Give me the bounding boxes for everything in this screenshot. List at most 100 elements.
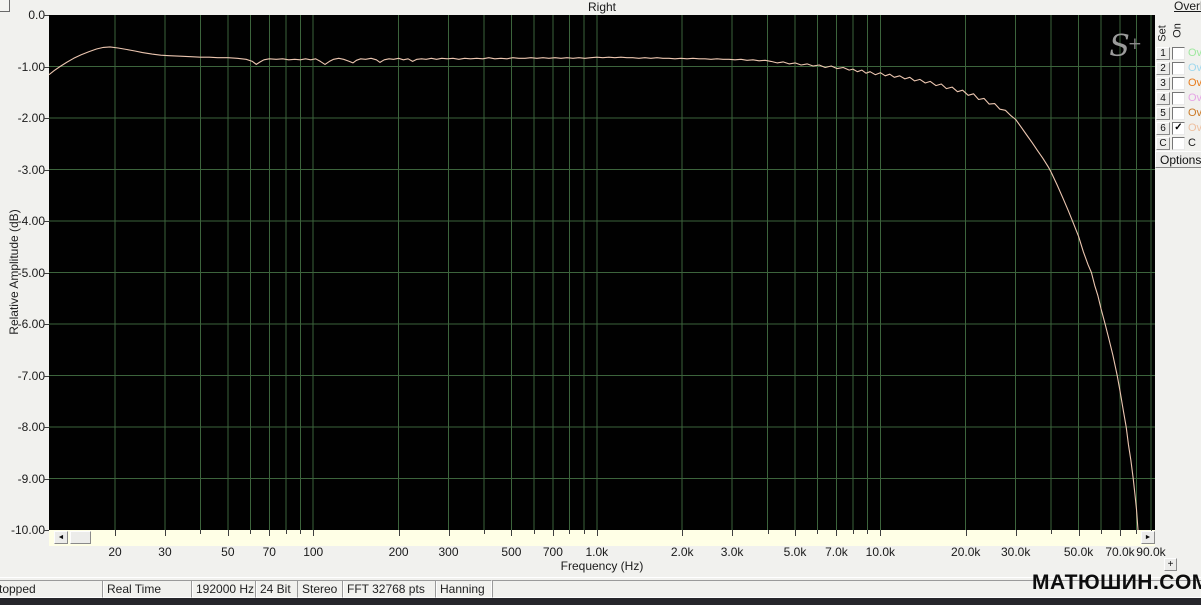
x-tick-label: 90.0k	[1136, 545, 1165, 559]
x-tick	[1120, 530, 1121, 536]
x-tick	[1101, 530, 1102, 534]
x-tick	[250, 530, 251, 534]
options-button[interactable]: Options	[1155, 151, 1201, 168]
plot-area[interactable]: S+	[49, 15, 1155, 530]
x-tick	[511, 530, 512, 536]
x-tick-label: 100	[303, 545, 323, 559]
x-tick	[817, 530, 818, 534]
overlay-color-label-6: Ov	[1188, 122, 1201, 134]
scrollbar-thumb[interactable]	[70, 531, 91, 544]
y-tick	[44, 67, 49, 68]
y-tick	[44, 376, 49, 377]
scroll-right-icon: ►	[1145, 534, 1152, 541]
overlay-on-checkbox-5[interactable]	[1172, 107, 1185, 120]
zoom-plus-button[interactable]: +	[1164, 558, 1177, 571]
overlay-color-label-1: Ov	[1188, 47, 1201, 59]
status-cell-0: Stopped	[0, 580, 104, 598]
x-tick-label: 200	[389, 545, 409, 559]
overlay-on-checkbox-3[interactable]	[1172, 77, 1185, 90]
x-tick	[795, 530, 796, 536]
x-axis-title: Frequency (Hz)	[49, 559, 1155, 573]
x-tick-label: 3.0k	[721, 545, 744, 559]
set-column-header: Set	[1157, 17, 1170, 51]
overlay-on-checkbox-2[interactable]	[1172, 62, 1185, 75]
x-tick	[553, 530, 554, 536]
y-tick	[44, 479, 49, 480]
overlay-color-label-4: Ov	[1188, 92, 1201, 104]
y-tick-label: -4.00	[0, 214, 45, 228]
overlay-color-label-C: C	[1188, 137, 1196, 149]
overlay-set-button-C[interactable]: C	[1156, 137, 1170, 150]
x-tick	[165, 530, 166, 536]
x-tick	[300, 530, 301, 534]
bottom-edge-strip	[0, 598, 1201, 605]
x-tick	[1136, 530, 1137, 534]
x-tick	[836, 530, 837, 536]
y-tick	[44, 118, 49, 119]
x-tick-label: 300	[439, 545, 459, 559]
y-tick-label: -10.00	[0, 523, 45, 537]
x-tick	[853, 530, 854, 534]
x-tick	[200, 530, 201, 534]
x-tick	[449, 530, 450, 536]
y-tick-label: -7.00	[0, 369, 45, 383]
overlay-on-checkbox-6[interactable]: ✓	[1172, 122, 1185, 135]
overlay-on-checkbox-4[interactable]	[1172, 92, 1185, 105]
x-tick	[597, 530, 598, 536]
overlay-set-button-4[interactable]: 4	[1156, 92, 1170, 105]
overlay-set-button-6[interactable]: 6	[1156, 122, 1170, 135]
y-tick	[44, 170, 49, 171]
logo-s-glyph: S	[1109, 29, 1130, 64]
x-tick	[484, 530, 485, 534]
x-scrollbar-track[interactable]: ◄ ►	[49, 530, 1155, 546]
response-curve	[49, 47, 1138, 530]
overlay-set-button-3[interactable]: 3	[1156, 77, 1170, 90]
overlay-color-label-3: Ov	[1188, 77, 1201, 89]
scroll-left-icon: ◄	[58, 534, 65, 541]
x-tick	[115, 530, 116, 536]
overlay-color-label-5: Ov	[1188, 107, 1201, 119]
spectrum-analyzer-window: Right S+ Relative Amplitude (dB) 0.0-1.0…	[0, 0, 1201, 605]
y-tick-label: -2.00	[0, 111, 45, 125]
y-tick	[44, 273, 49, 274]
checkmark-icon: ✓	[1174, 122, 1182, 133]
x-tick	[286, 530, 287, 534]
status-cell-5: FFT 32768 pts	[342, 580, 437, 598]
scroll-left-button[interactable]: ◄	[54, 531, 68, 544]
x-tick	[228, 530, 229, 536]
x-tick-label: 7.0k	[825, 545, 848, 559]
y-tick-label: -5.00	[0, 266, 45, 280]
x-tick	[313, 530, 314, 536]
logo-plus-glyph: +	[1128, 34, 1142, 54]
x-tick	[1051, 530, 1052, 534]
y-tick-label: -6.00	[0, 317, 45, 331]
overlay-on-checkbox-1[interactable]	[1172, 47, 1185, 60]
y-tick-label: -1.00	[0, 60, 45, 74]
overlays-link[interactable]: Overlays	[1174, 0, 1201, 13]
overlay-on-checkbox-C[interactable]	[1172, 137, 1185, 150]
x-tick-label: 2.0k	[671, 545, 694, 559]
scroll-right-button[interactable]: ►	[1141, 531, 1155, 544]
x-tick	[732, 530, 733, 536]
x-tick-label: 1.0k	[585, 545, 608, 559]
overlay-set-button-5[interactable]: 5	[1156, 107, 1170, 120]
y-tick	[44, 15, 49, 16]
overlay-color-label-2: Ov	[1188, 62, 1201, 74]
x-tick	[569, 530, 570, 534]
y-tick-label: -3.00	[0, 163, 45, 177]
x-tick-label: 70	[263, 545, 276, 559]
frequency-response-chart	[49, 15, 1155, 530]
x-tick	[584, 530, 585, 534]
x-tick-label: 20	[108, 545, 121, 559]
x-tick	[1016, 530, 1017, 536]
x-tick-label: 20.0k	[951, 545, 980, 559]
overlay-set-button-2[interactable]: 2	[1156, 62, 1170, 75]
overlay-set-button-1[interactable]: 1	[1156, 47, 1170, 60]
x-tick-label: 10.0k	[866, 545, 895, 559]
x-tick-label: 5.0k	[784, 545, 807, 559]
status-cell-1: Real Time	[102, 580, 193, 598]
plot-title: Right	[49, 0, 1155, 14]
x-tick	[1079, 530, 1080, 536]
x-tick	[880, 530, 881, 536]
y-tick-label: -9.00	[0, 472, 45, 486]
